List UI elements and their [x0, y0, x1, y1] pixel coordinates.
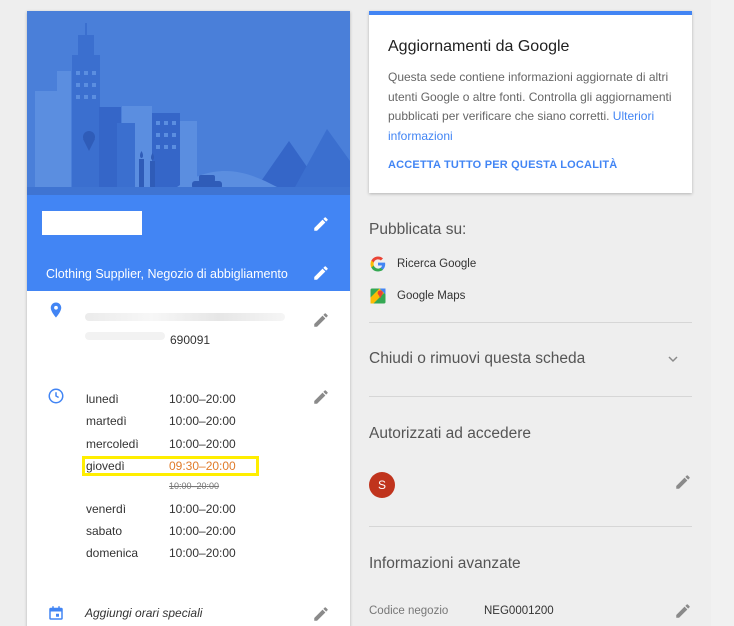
advanced-info-title: Informazioni avanzate [369, 555, 521, 572]
hours-time: 10:00–20:00 [169, 437, 236, 451]
add-special-hours-link[interactable]: Aggiungi orari speciali [85, 606, 202, 620]
hours-row: domenica 10:00–20:00 [86, 546, 286, 562]
hours-day: mercoledì [86, 437, 139, 451]
chevron-down-icon[interactable] [665, 351, 681, 372]
hours-row: mercoledì 10:00–20:00 [86, 437, 286, 453]
updates-card-title: Aggiornamenti da Google [388, 38, 570, 55]
published-on-title: Pubblicata su: [369, 221, 467, 238]
google-g-icon [370, 256, 386, 272]
previous-hours-strikethrough: 10:00–20:00 [169, 481, 220, 491]
platform-google-search: Ricerca Google [369, 255, 476, 273]
store-code-label: Codice negozio [369, 605, 449, 617]
hours-day: martedì [86, 414, 127, 428]
clock-icon [47, 387, 65, 410]
section-divider [369, 396, 692, 397]
city-skyline-illustration [27, 11, 350, 195]
platform-label: Google Maps [397, 290, 466, 302]
location-pin-icon [47, 301, 65, 324]
business-card: Clothing Supplier, Negozio di abbigliame… [27, 11, 350, 626]
edit-store-code-pencil-icon[interactable] [674, 602, 692, 620]
updates-card-body: Questa sede contiene informazioni aggior… [388, 68, 678, 146]
hours-day: venerdì [86, 502, 127, 516]
hours-row: martedì 10:00–20:00 [86, 414, 286, 430]
edit-name-pencil-icon[interactable] [312, 215, 330, 233]
address-redacted-line2 [85, 332, 165, 340]
hours-day: sabato [86, 524, 123, 538]
postal-code: 690091 [170, 333, 211, 347]
hours-time: 10:00–20:00 [169, 524, 236, 538]
section-divider [369, 322, 692, 323]
user-avatar[interactable]: S [369, 472, 395, 498]
edit-hours-pencil-icon[interactable] [312, 388, 330, 406]
google-updates-card: Aggiornamenti da Google Questa sede cont… [369, 11, 692, 193]
close-listing-title[interactable]: Chiudi o rimuovi questa scheda [369, 350, 585, 368]
google-maps-icon [370, 288, 386, 304]
business-name-redacted [42, 211, 142, 235]
calendar-icon [47, 604, 65, 626]
hours-day: lunedì [86, 392, 119, 406]
business-name-band: Clothing Supplier, Negozio di abbigliame… [27, 195, 350, 291]
platform-google-maps: Google Maps [369, 287, 465, 305]
hours-time: 10:00–20:00 [169, 502, 236, 516]
hours-row: venerdì 10:00–20:00 [86, 502, 286, 518]
business-category: Clothing Supplier, Negozio di abbigliame… [46, 267, 288, 281]
edit-special-hours-pencil-icon[interactable] [312, 605, 330, 623]
scrollbar-track[interactable] [711, 0, 734, 626]
updated-hours-highlight [82, 456, 259, 476]
section-divider [369, 526, 692, 527]
hours-time: 10:00–20:00 [169, 414, 236, 428]
hours-time: 10:00–20:00 [169, 392, 236, 406]
store-code-value: NEG0001200 [484, 605, 554, 617]
edit-address-pencil-icon[interactable] [312, 311, 330, 329]
hours-row: lunedì 10:00–20:00 [86, 392, 286, 408]
platform-label: Ricerca Google [397, 258, 477, 270]
hours-row: sabato 10:00–20:00 [86, 524, 286, 540]
edit-access-pencil-icon[interactable] [674, 473, 692, 491]
hours-time: 10:00–20:00 [169, 546, 236, 560]
accept-all-button[interactable]: ACCETTA TUTTO PER QUESTA LOCALITÀ [388, 159, 617, 171]
authorized-users-title: Autorizzati ad accedere [369, 425, 531, 442]
hours-day: domenica [86, 546, 139, 560]
hero-illustration [27, 11, 350, 195]
address-redacted [85, 313, 285, 321]
edit-category-pencil-icon[interactable] [312, 264, 330, 282]
